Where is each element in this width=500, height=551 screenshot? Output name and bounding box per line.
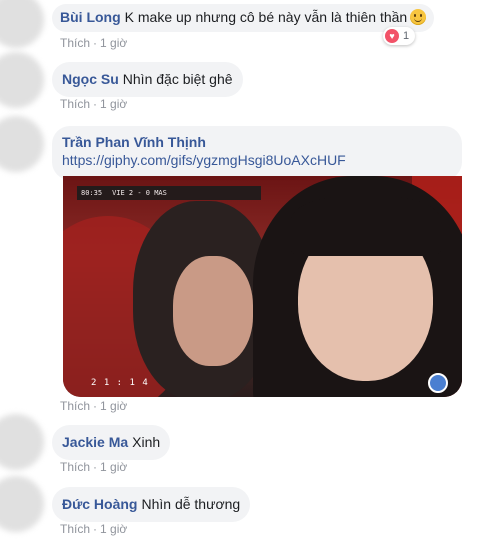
comment-bubble: Jackie Ma Xinh bbox=[52, 425, 171, 460]
heart-icon: ♥ bbox=[385, 29, 399, 43]
comment-text: Xinh bbox=[132, 434, 161, 450]
like-link[interactable]: Thích bbox=[60, 460, 90, 474]
reaction-count: 1 bbox=[403, 30, 410, 42]
avatar[interactable] bbox=[0, 476, 44, 532]
avatar[interactable] bbox=[0, 116, 44, 172]
comment-time[interactable]: 1 giờ bbox=[100, 522, 127, 536]
separator: · bbox=[93, 460, 98, 474]
comment-author[interactable]: Jackie Ma bbox=[62, 434, 128, 450]
comment-actions: Thích · 1 giờ bbox=[60, 399, 127, 413]
gif-girl-bangs bbox=[291, 196, 441, 256]
like-link[interactable]: Thích bbox=[60, 399, 90, 413]
comment-actions: Thích · 1 giờ bbox=[60, 522, 127, 536]
separator: · bbox=[93, 399, 98, 413]
gif-person-face bbox=[173, 256, 253, 366]
comment-bubble: Bùi Long K make up nhưng cô bé này vẫn là… bbox=[52, 4, 435, 32]
like-link[interactable]: Thích bbox=[60, 36, 90, 50]
comment-bubble: Trần Phan Vĩnh Thịnh https://giphy.com/g… bbox=[52, 126, 462, 180]
avatar[interactable] bbox=[0, 0, 44, 48]
comment-time[interactable]: 1 giờ bbox=[100, 36, 127, 50]
comment-time[interactable]: 1 giờ bbox=[100, 97, 127, 111]
comment-author[interactable]: Trần Phan Vĩnh Thịnh bbox=[62, 133, 448, 151]
avatar[interactable] bbox=[0, 52, 44, 108]
like-link[interactable]: Thích bbox=[60, 522, 90, 536]
comment-actions: Thích · 1 giờ bbox=[60, 97, 127, 111]
reaction-badge[interactable]: ♥ 1 bbox=[383, 27, 416, 45]
gif-clock: 2 1 : 1 4 bbox=[91, 378, 149, 388]
comment-author[interactable]: Ngọc Su bbox=[62, 71, 119, 87]
gif-attachment[interactable]: 80:35 VIE 2 - 0 MAS 2 1 : 1 4 bbox=[63, 176, 462, 397]
match-score: VIE 2 - 0 MAS bbox=[112, 189, 167, 197]
separator: · bbox=[93, 97, 98, 111]
separator: · bbox=[93, 522, 98, 536]
comment-actions: Thích · 1 giờ bbox=[60, 36, 127, 50]
comment-bubble: Ngọc Su Nhìn đặc biệt ghê bbox=[52, 62, 243, 97]
comment-actions: Thích · 1 giờ bbox=[60, 460, 127, 474]
comment-time[interactable]: 1 giờ bbox=[100, 399, 127, 413]
giphy-link[interactable]: https://giphy.com/gifs/ygzmgHsgi8UoAXcHU… bbox=[62, 151, 452, 169]
like-link[interactable]: Thích bbox=[60, 97, 90, 111]
play-icon[interactable] bbox=[428, 373, 448, 393]
comment-text: K make up nhưng cô bé này vẫn là thiên t… bbox=[124, 9, 408, 25]
comment-text: Nhìn dễ thương bbox=[141, 496, 241, 512]
comment-bubble: Đức Hoàng Nhìn dễ thương bbox=[52, 487, 251, 522]
comment-author[interactable]: Đức Hoàng bbox=[62, 496, 137, 512]
avatar[interactable] bbox=[0, 414, 44, 470]
match-minute: 80:35 bbox=[81, 189, 103, 197]
score-bar: 80:35 VIE 2 - 0 MAS bbox=[77, 186, 261, 200]
comment-author[interactable]: Bùi Long bbox=[60, 9, 121, 25]
comment-time[interactable]: 1 giờ bbox=[100, 460, 127, 474]
smile-emoji-icon bbox=[410, 9, 427, 25]
separator: · bbox=[93, 36, 98, 50]
comment-text: Nhìn đặc biệt ghê bbox=[122, 71, 233, 87]
